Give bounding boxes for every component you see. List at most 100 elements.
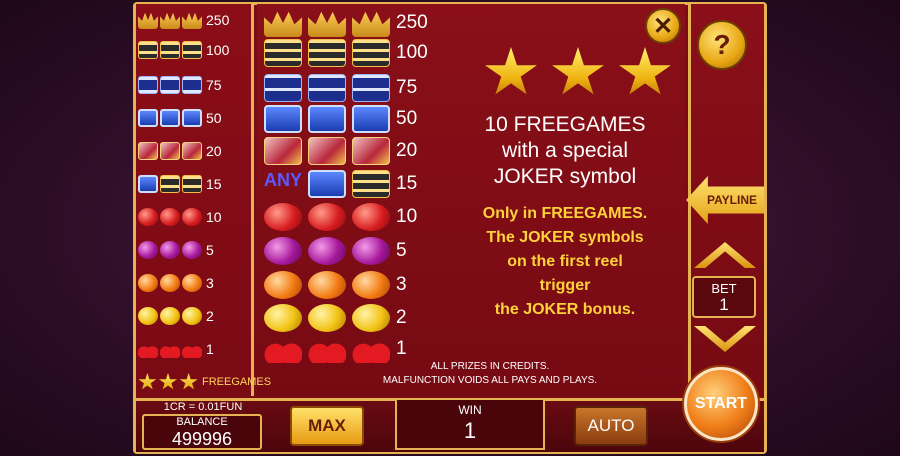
payout-value: 250 <box>206 12 230 28</box>
bar3-symbol-icon <box>308 39 346 67</box>
paytable-row: ANY 15 <box>264 169 417 199</box>
orange-symbol-icon <box>138 274 158 292</box>
bar3-symbol-icon <box>182 41 202 59</box>
payout-value: 10 <box>206 209 222 225</box>
crown-symbol-icon <box>182 12 202 29</box>
info-line: 10 FREEGAMES <box>484 113 646 136</box>
max-bet-button[interactable]: MAX <box>290 406 364 446</box>
info-line: The JOKER symbols <box>486 229 644 246</box>
orange-symbol-icon <box>160 274 180 292</box>
bar1-symbol-icon <box>160 109 180 127</box>
payout-value: 100 <box>396 42 428 63</box>
bar2-symbol-icon <box>308 74 346 102</box>
paytable-row: 2 <box>138 304 214 328</box>
balance-display: BALANCE 499996 <box>142 414 262 450</box>
paytable-row: 20 <box>264 136 417 166</box>
bar3-symbol-icon <box>352 170 391 198</box>
autoplay-button[interactable]: AUTO <box>574 406 648 446</box>
joker-symbol-icon <box>160 142 180 160</box>
paytable-row: 75 <box>264 73 417 103</box>
credit-rate: 1CR = 0.01FUN <box>163 401 243 413</box>
bar1-symbol-icon <box>138 175 158 193</box>
bar1-symbol-icon <box>352 105 390 133</box>
payout-value: 3 <box>206 275 214 291</box>
lemon-symbol-icon <box>138 307 158 325</box>
apple-symbol-icon <box>160 208 180 226</box>
payout-value: 50 <box>206 110 222 126</box>
paytable-row: 100 <box>138 38 229 62</box>
start-button[interactable]: START <box>684 367 758 441</box>
paytable-row: 20 <box>138 139 222 163</box>
payout-value: 2 <box>206 308 214 324</box>
cherry-symbol-icon <box>352 335 390 363</box>
payout-value: 100 <box>206 42 230 58</box>
bar1-symbol-icon <box>138 109 158 127</box>
payout-value: 75 <box>206 77 222 93</box>
orange-symbol-icon <box>182 274 202 292</box>
orange-symbol-icon <box>352 271 390 299</box>
info-line: trigger <box>539 277 591 294</box>
bar2-symbol-icon <box>264 74 302 102</box>
lemon-symbol-icon <box>182 307 202 325</box>
bet-value: 1 <box>719 295 729 314</box>
close-button[interactable]: ✕ <box>645 8 681 44</box>
payout-value: 2 <box>396 307 407 328</box>
info-line: the JOKER bonus. <box>494 301 636 318</box>
paytable-row: 250 <box>264 8 428 38</box>
payout-value: 250 <box>396 12 428 33</box>
bar1-symbol-icon <box>182 109 202 127</box>
paytable-row: 2 <box>264 303 407 333</box>
payout-value: 20 <box>206 143 222 159</box>
payout-value: 5 <box>396 240 407 261</box>
bar1-symbol-icon <box>308 105 346 133</box>
payline-label[interactable]: PAYLINE <box>702 193 762 207</box>
payout-value: 75 <box>396 77 418 98</box>
paytable-row: 3 <box>138 271 214 295</box>
paytable-row: 10 <box>264 202 417 232</box>
plum-symbol-icon <box>308 237 346 265</box>
orange-symbol-icon <box>264 271 302 299</box>
apple-symbol-icon <box>182 208 202 226</box>
win-display: WIN 1 <box>395 398 545 450</box>
bet-display: BET 1 <box>692 276 756 318</box>
joker-symbol-icon <box>264 137 302 165</box>
crown-symbol-icon <box>138 12 158 29</box>
freegames-label: FREEGAMES <box>202 376 272 388</box>
bar3-symbol-icon <box>138 41 158 59</box>
help-button[interactable]: ? <box>697 20 747 70</box>
joker-info: Only in FREEGAMES. The JOKER symbols on … <box>465 202 665 322</box>
star-icon <box>138 373 157 390</box>
bar3-symbol-icon <box>160 41 180 59</box>
paytable-row: 75 <box>138 73 222 97</box>
info-line: Only in FREEGAMES. <box>482 205 648 222</box>
star-icon <box>179 373 198 390</box>
paytable-row: 15 <box>138 172 222 196</box>
payout-value: 10 <box>396 206 418 227</box>
crown-symbol-icon <box>264 11 302 37</box>
plum-symbol-icon <box>138 241 158 259</box>
bar2-symbol-icon <box>352 74 390 102</box>
paytable-row: 10 <box>138 205 222 229</box>
bar2-symbol-icon <box>138 76 158 94</box>
info-line: with a special <box>501 139 629 162</box>
joker-symbol-icon <box>352 137 390 165</box>
payout-value: 20 <box>396 140 418 161</box>
win-value: 1 <box>463 418 477 443</box>
disclaimer-line: MALFUNCTION VOIDS ALL PAYS AND PLAYS. <box>382 375 598 386</box>
paytable-row: 5 <box>264 236 407 266</box>
paytable-row: 1 <box>138 337 214 361</box>
apple-symbol-icon <box>352 203 390 231</box>
bar3-symbol-icon <box>352 39 390 67</box>
balance-value: 499996 <box>171 429 233 449</box>
lemon-symbol-icon <box>308 304 346 332</box>
cherry-symbol-icon <box>160 340 180 358</box>
bar1-symbol-icon <box>264 105 302 133</box>
freegames-info: 10 FREEGAMES with a special JOKER symbol <box>455 112 675 190</box>
bar2-symbol-icon <box>160 76 180 94</box>
plum-symbol-icon <box>352 237 390 265</box>
bar1-symbol-icon <box>308 170 347 198</box>
bar3-symbol-icon <box>264 39 302 67</box>
bar2-symbol-icon <box>182 76 202 94</box>
paytable-row: 100 <box>264 38 428 68</box>
apple-symbol-icon <box>308 203 346 231</box>
